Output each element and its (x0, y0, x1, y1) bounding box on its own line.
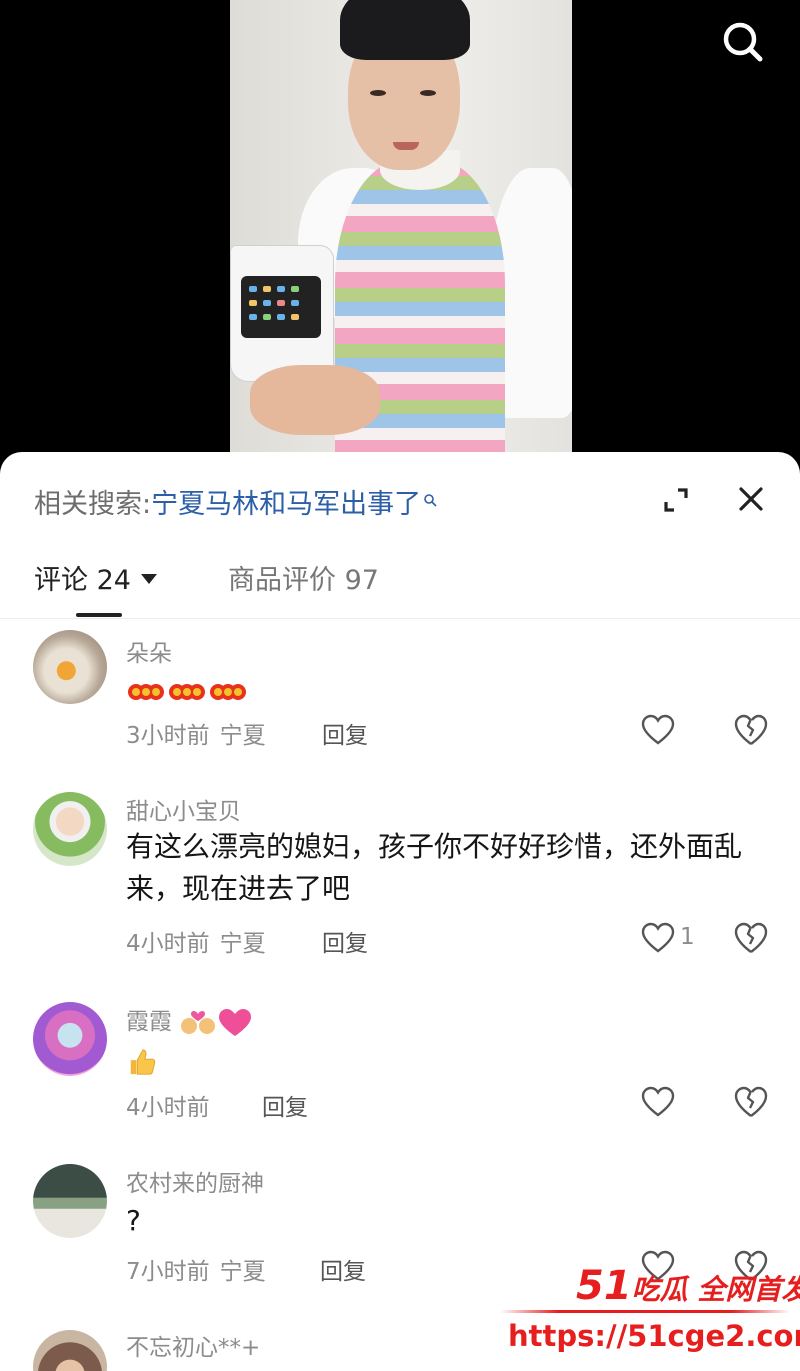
video-frame (230, 0, 572, 470)
comment-location: 宁夏 (219, 723, 266, 749)
heart-icon[interactable] (640, 1086, 676, 1118)
comment-text: ? (126, 1204, 141, 1237)
comment-time: 4小时前 (126, 931, 210, 957)
broken-heart-icon[interactable] (733, 713, 769, 747)
comment-username-text: 霞霞 (126, 1009, 172, 1035)
comment-meta: 3小时前 宁夏 (126, 716, 276, 750)
comment-username[interactable]: 甜心小宝贝 (126, 792, 241, 826)
comment-meta: 4小时前 宁夏 (126, 924, 276, 958)
appliance-image (230, 245, 334, 382)
couple-heart-icon (181, 1008, 252, 1036)
tab-active-indicator (76, 613, 122, 617)
comment-text: 有这么漂亮的媳妇，孩子你不好好珍惜，还外面乱来，现在进去了吧 (126, 830, 743, 905)
comment-meta: 4小时前 (126, 1088, 220, 1122)
comment-username[interactable]: 霞霞 (126, 1002, 253, 1038)
heart-icon[interactable] (640, 714, 676, 746)
reply-button[interactable]: 回复 (322, 924, 368, 958)
watermark-brand: 51吃瓜 全网首发 (576, 1263, 800, 1309)
like-count: 1 (680, 924, 695, 950)
avatar[interactable] (33, 1164, 107, 1238)
search-small-icon (424, 494, 437, 507)
search-icon[interactable] (718, 18, 766, 66)
comment-username[interactable]: 农村来的厨神 (126, 1164, 264, 1198)
broken-heart-icon[interactable] (733, 1085, 769, 1119)
watermark-divider (500, 1310, 790, 1313)
heart-icon[interactable] (640, 922, 676, 954)
tab-reviews-label: 商品评价 97 (228, 565, 379, 596)
related-search[interactable]: 相关搜索:宁夏马林和马军出事了 (34, 482, 437, 521)
expand-icon[interactable] (660, 484, 692, 516)
comment-time: 7小时前 (126, 1259, 210, 1285)
reply-button[interactable]: 回复 (320, 1252, 366, 1286)
tab-comments-label: 评论 24 (34, 565, 131, 596)
reply-button[interactable]: 回复 (322, 716, 368, 750)
watermark-text: 吃瓜 全网首发 (631, 1273, 800, 1306)
avatar[interactable] (33, 1330, 107, 1371)
watermark-url: https://51cge2.com (508, 1319, 800, 1353)
caret-down-icon (140, 574, 157, 584)
avatar[interactable] (33, 1002, 107, 1076)
thumbs-up-icon (130, 1049, 156, 1075)
tab-product-reviews[interactable]: 商品评价 97 (228, 558, 379, 597)
close-icon[interactable] (734, 482, 768, 516)
related-search-query[interactable]: 宁夏马林和马军出事了 (151, 489, 421, 520)
comment-username[interactable]: 朵朵 (126, 634, 172, 668)
comment-username[interactable]: 不忘初心**+ (126, 1328, 260, 1362)
broken-heart-icon[interactable] (733, 921, 769, 955)
video-player[interactable] (0, 0, 800, 470)
divider (0, 618, 800, 619)
comment-emoji (126, 668, 776, 710)
comment-time: 3小时前 (126, 723, 210, 749)
comments-sheet: 相关搜索:宁夏马林和马军出事了 评论 24 商品评价 97 朵朵 3小时前 宁夏… (0, 452, 800, 1371)
avatar[interactable] (33, 630, 107, 704)
comment-location: 宁夏 (219, 1259, 266, 1285)
emoji-666-badges (128, 684, 246, 700)
reply-button[interactable]: 回复 (262, 1088, 308, 1122)
comment-meta: 7小时前 宁夏 (126, 1252, 276, 1286)
avatar[interactable] (33, 792, 107, 866)
comment-location: 宁夏 (219, 931, 266, 957)
comment-time: 4小时前 (126, 1095, 210, 1121)
comment-emoji (126, 1040, 776, 1082)
watermark: 51吃瓜 全网首发 https://51cge2.com (500, 1255, 800, 1371)
watermark-number: 51 (576, 1263, 632, 1309)
related-search-prefix: 相关搜索: (34, 489, 152, 520)
tab-comments[interactable]: 评论 24 (34, 558, 157, 597)
